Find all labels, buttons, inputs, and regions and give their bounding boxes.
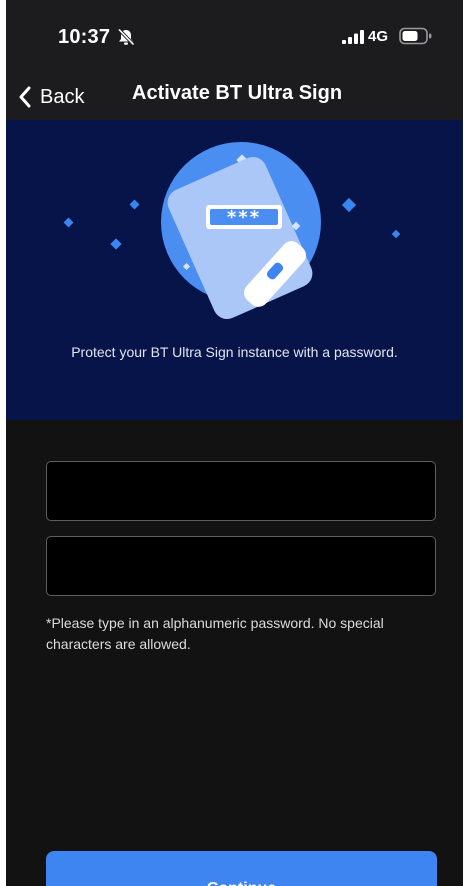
back-button[interactable]: Back	[18, 80, 84, 114]
battery-icon	[399, 27, 432, 45]
back-label: Back	[40, 85, 85, 108]
password-input[interactable]	[46, 461, 436, 521]
continue-button[interactable]: Continue	[46, 851, 437, 886]
network-type: 4G	[368, 28, 389, 45]
password-mask-text: ***	[227, 207, 261, 228]
chevron-left-icon	[19, 86, 31, 108]
phone-screen: 10:37 4G Back Activate BT Ultra Sign ***…	[6, 0, 463, 886]
hero-message: Protect your BT Ultra Sign instance with…	[71, 344, 398, 360]
status-time: 10:37	[58, 26, 111, 48]
signal-bars-icon	[342, 30, 364, 44]
phone-password-icon: ***	[63, 142, 401, 320]
status-bar: 10:37 4G	[6, 0, 463, 76]
confirm-password-input[interactable]	[46, 536, 436, 596]
password-hint: *Please type in an alphanumeric password…	[46, 615, 384, 652]
password-form: *Please type in an alphanumeric password…	[6, 420, 463, 886]
navigation-bar: Back Activate BT Ultra Sign	[6, 76, 463, 120]
bell-slash-icon	[117, 28, 135, 46]
hero-banner: *** Protect your BT Ultra Sign instance …	[6, 120, 463, 420]
page-title: Activate BT Ultra Sign	[132, 82, 343, 104]
